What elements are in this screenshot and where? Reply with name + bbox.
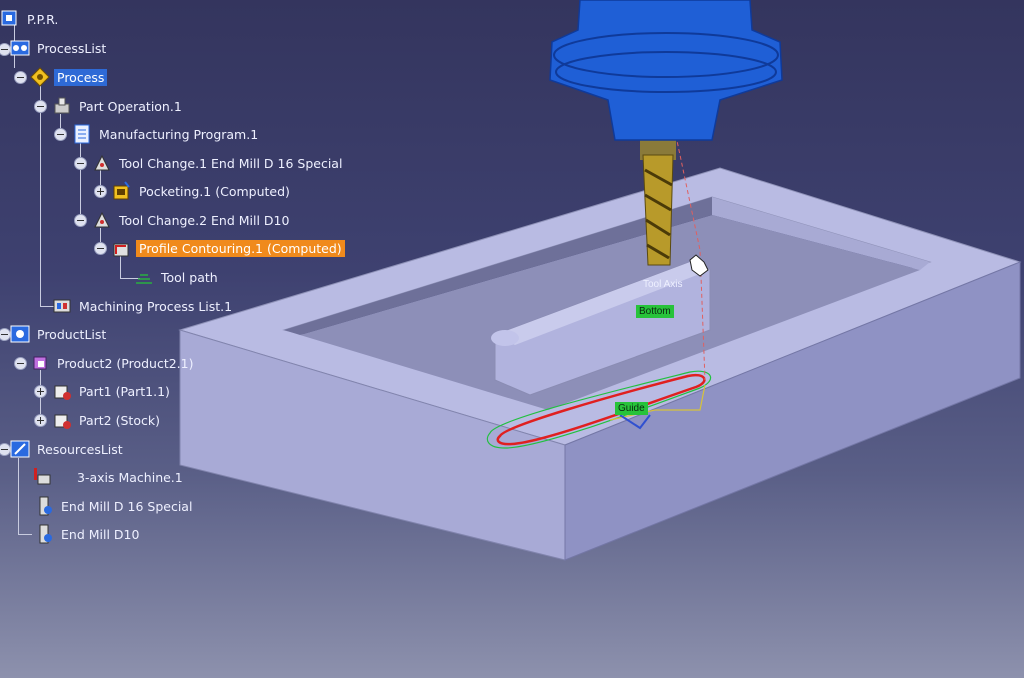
pocketing-icon	[112, 181, 132, 201]
tool-change-icon	[92, 210, 112, 230]
program-document-icon	[72, 124, 92, 144]
machining-process-list-icon	[52, 296, 72, 316]
tree-item-profile-contouring[interactable]: Profile Contouring.1 (Computed)	[112, 237, 345, 259]
tree-item-machining-process-list[interactable]: Machining Process List.1	[52, 295, 235, 317]
collapse-manufacturing-program[interactable]	[54, 128, 67, 141]
tree-item-label: End Mill D 16 Special	[61, 498, 193, 514]
expand-part2[interactable]	[34, 414, 47, 427]
tree-item-3-axis-machine[interactable]: 3-axis Machine.1	[32, 466, 186, 488]
tree-item-label: ProductList	[37, 326, 107, 342]
collapse-tool-change-1[interactable]	[74, 157, 87, 170]
tree-item-label: Pocketing.1 (Computed)	[139, 183, 290, 199]
specification-tree: P.P.R. ProcessList Process Part Operatio…	[0, 0, 360, 560]
tree-item-label: Part1 (Part1.1)	[79, 383, 170, 399]
tree-item-tool-change-2[interactable]: Tool Change.2 End Mill D10	[92, 209, 292, 231]
tree-item-tool-change-1[interactable]: Tool Change.1 End Mill D 16 Special	[92, 152, 345, 174]
tree-item-label: ResourcesList	[37, 441, 123, 457]
tree-item-processlist[interactable]: ProcessList	[10, 37, 109, 59]
process-list-icon	[10, 38, 30, 58]
tree-item-part1[interactable]: Part1 (Part1.1)	[52, 380, 173, 402]
end-mill-icon	[34, 496, 54, 516]
part-icon	[52, 381, 72, 401]
tree-item-label: Tool Change.1 End Mill D 16 Special	[119, 155, 343, 171]
tree-item-part-operation[interactable]: Part Operation.1	[52, 95, 185, 117]
part-icon	[52, 410, 72, 430]
tree-item-manufacturing-program[interactable]: Manufacturing Program.1	[72, 123, 261, 145]
collapse-profile-contouring[interactable]	[94, 242, 107, 255]
tool-axis-label[interactable]: Tool Axis	[643, 279, 682, 290]
product-icon	[30, 353, 50, 373]
tree-item-end-mill-d10[interactable]: End Mill D10	[34, 523, 142, 545]
tree-item-label: End Mill D10	[61, 526, 140, 542]
guide-label[interactable]: Guide	[615, 402, 648, 415]
collapse-product2[interactable]	[14, 357, 27, 370]
tree-item-label: Process	[54, 68, 108, 86]
bottom-label[interactable]: Bottom	[636, 305, 674, 318]
island-end	[491, 330, 519, 346]
process-icon	[30, 67, 50, 87]
tree-item-end-mill-d16[interactable]: End Mill D 16 Special	[34, 495, 195, 517]
collapse-part-operation[interactable]	[34, 100, 47, 113]
tree-item-label: Part2 (Stock)	[79, 412, 160, 428]
tree-item-tool-path[interactable]: Tool path	[134, 266, 221, 288]
profile-contouring-icon	[112, 238, 132, 258]
tree-item-label: Machining Process List.1	[79, 298, 233, 314]
tree-item-label: Part Operation.1	[79, 98, 182, 114]
machine-icon	[32, 467, 52, 487]
ppr-icon	[0, 9, 20, 29]
tree-item-ppr[interactable]: P.P.R.	[0, 8, 61, 30]
tree-item-label: 3-axis Machine.1	[77, 469, 183, 485]
part-operation-icon	[52, 96, 72, 116]
tree-item-label: Tool path	[161, 269, 218, 285]
tree-item-label: ProcessList	[37, 40, 107, 56]
tree-item-label: Manufacturing Program.1	[99, 126, 259, 142]
tree-item-product2[interactable]: Product2 (Product2.1)	[30, 352, 196, 374]
resources-list-icon	[10, 439, 30, 459]
expand-pocketing[interactable]	[94, 185, 107, 198]
tree-item-part2[interactable]: Part2 (Stock)	[52, 409, 163, 431]
tree-item-label: Profile Contouring.1 (Computed)	[136, 239, 345, 257]
tree-item-pocketing[interactable]: Pocketing.1 (Computed)	[112, 180, 293, 202]
tree-item-label: Tool Change.2 End Mill D10	[119, 212, 290, 228]
tree-item-label: Product2 (Product2.1)	[57, 355, 194, 371]
tool-path-icon	[134, 267, 154, 287]
tree-item-label: P.P.R.	[27, 11, 59, 27]
tree-item-productlist[interactable]: ProductList	[10, 323, 109, 345]
collapse-tool-change-2[interactable]	[74, 214, 87, 227]
product-list-icon	[10, 324, 30, 344]
end-mill-icon	[34, 524, 54, 544]
tree-item-process[interactable]: Process	[30, 66, 108, 88]
expand-part1[interactable]	[34, 385, 47, 398]
tree-item-resourceslist[interactable]: ResourcesList	[10, 438, 126, 460]
tool-change-icon	[92, 153, 112, 173]
collapse-process[interactable]	[14, 71, 27, 84]
